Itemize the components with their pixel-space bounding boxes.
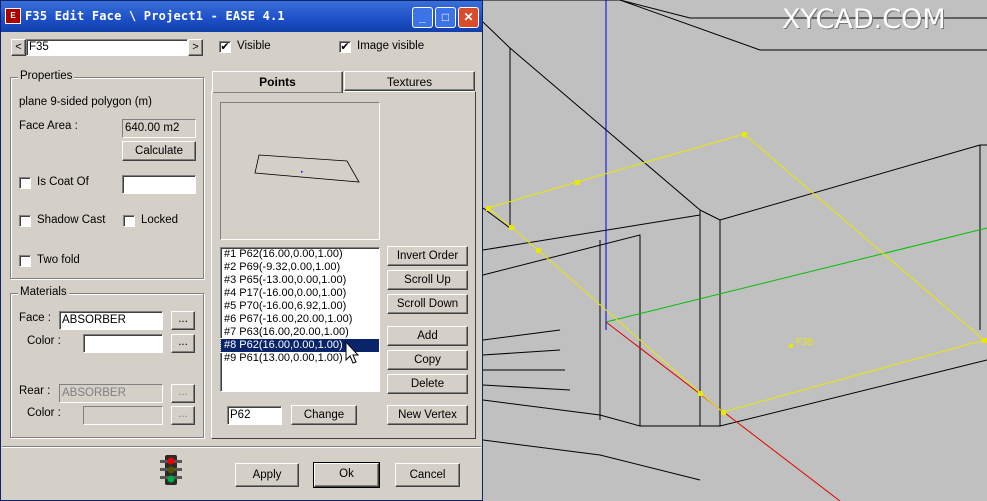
face-type-text: plane 9-sided polygon (m) — [19, 96, 152, 108]
face-preview — [220, 102, 380, 240]
face-material-browse-button[interactable]: ... — [171, 311, 195, 330]
invert-order-button[interactable]: Invert Order — [387, 246, 468, 266]
two-fold-label: Two fold — [37, 254, 80, 266]
list-item[interactable]: #5 P70(-16.00,6.92,1.00) — [221, 300, 379, 313]
cancel-button[interactable]: Cancel — [395, 463, 460, 487]
ok-button[interactable]: Ok — [313, 462, 380, 488]
rear-material-field[interactable]: ABSORBER — [59, 384, 163, 403]
watermark: XYCAD.COM — [782, 4, 946, 35]
apply-button[interactable]: Apply — [235, 463, 299, 487]
maximize-button[interactable]: □ — [435, 7, 456, 28]
rear-material-browse-button[interactable]: ... — [171, 384, 195, 403]
list-item[interactable]: #4 P17(-16.00,0.00,1.00) — [221, 287, 379, 300]
face-tag: F35 — [796, 337, 814, 348]
new-vertex-button[interactable]: New Vertex — [387, 405, 468, 425]
face-color-browse-button[interactable]: ... — [171, 334, 195, 353]
minimize-button[interactable]: _ — [412, 7, 433, 28]
face-material-label: Face : — [19, 312, 51, 324]
image-visible-label: Image visible — [357, 40, 425, 52]
list-item[interactable]: #2 P69(-9.32,0.00,1.00) — [221, 261, 379, 274]
two-fold-checkbox[interactable] — [19, 255, 31, 267]
rear-color-label: Color : — [27, 407, 61, 419]
scroll-down-button[interactable]: Scroll Down — [387, 294, 468, 314]
materials-group-label: Materials — [18, 286, 69, 298]
footer-divider — [2, 446, 481, 448]
shadow-cast-label: Shadow Cast — [37, 214, 106, 226]
window-title: F35 Edit Face \ Project1 - EASE 4.1 — [25, 9, 285, 23]
visible-checkbox[interactable]: ✔ — [219, 41, 231, 53]
list-item[interactable]: #6 P67(-16.00,20.00,1.00) — [221, 313, 379, 326]
title-bar[interactable]: E F35 Edit Face \ Project1 - EASE 4.1 _ … — [1, 1, 482, 32]
is-coat-of-label: Is Coat Of — [37, 176, 89, 188]
face-color-field[interactable] — [83, 334, 163, 353]
rear-color-field[interactable] — [83, 406, 163, 425]
face-name-field[interactable]: F35 — [26, 39, 188, 56]
delete-button[interactable]: Delete — [387, 374, 468, 394]
shadow-cast-checkbox[interactable] — [19, 215, 31, 227]
list-item[interactable]: #1 P62(16.00,0.00,1.00) — [221, 248, 379, 261]
tab-points[interactable]: Points — [212, 71, 343, 93]
rear-color-browse-button[interactable]: ... — [171, 406, 195, 425]
face-area-label: Face Area : — [19, 120, 78, 132]
add-button[interactable]: Add — [387, 326, 468, 346]
visible-label: Visible — [237, 40, 271, 52]
list-item[interactable]: #3 P65(-13.00,0.00,1.00) — [221, 274, 379, 287]
face-area-value: 640.00 m2 — [122, 119, 196, 138]
close-button[interactable]: ✕ — [458, 7, 479, 28]
traffic-light-icon — [160, 455, 182, 485]
is-coat-of-field[interactable] — [122, 175, 196, 194]
scroll-up-button[interactable]: Scroll Up — [387, 270, 468, 290]
prev-face-button[interactable]: < — [11, 39, 26, 56]
tab-textures[interactable]: Textures — [344, 71, 475, 91]
list-item[interactable]: #7 P63(16.00,20.00,1.00) — [221, 326, 379, 339]
change-button[interactable]: Change — [291, 405, 357, 425]
next-face-button[interactable]: > — [188, 39, 203, 56]
is-coat-of-checkbox[interactable] — [19, 177, 31, 189]
copy-button[interactable]: Copy — [387, 350, 468, 370]
locked-label: Locked — [141, 214, 179, 226]
edit-face-dialog: E F35 Edit Face \ Project1 - EASE 4.1 _ … — [0, 0, 483, 501]
app-icon[interactable]: E — [5, 8, 21, 24]
image-visible-checkbox[interactable]: ✔ — [339, 41, 351, 53]
properties-group-label: Properties — [18, 70, 75, 82]
locked-checkbox[interactable] — [123, 215, 135, 227]
rear-material-label: Rear : — [19, 385, 51, 397]
mouse-cursor-icon — [345, 341, 359, 364]
calculate-button[interactable]: Calculate — [122, 141, 196, 161]
point-name-field[interactable]: P62 — [227, 406, 282, 425]
face-material-field[interactable]: ABSORBER — [59, 311, 163, 330]
points-list[interactable]: #1 P62(16.00,0.00,1.00) #2 P69(-9.32,0.0… — [220, 247, 380, 392]
face-color-label: Color : — [27, 335, 61, 347]
